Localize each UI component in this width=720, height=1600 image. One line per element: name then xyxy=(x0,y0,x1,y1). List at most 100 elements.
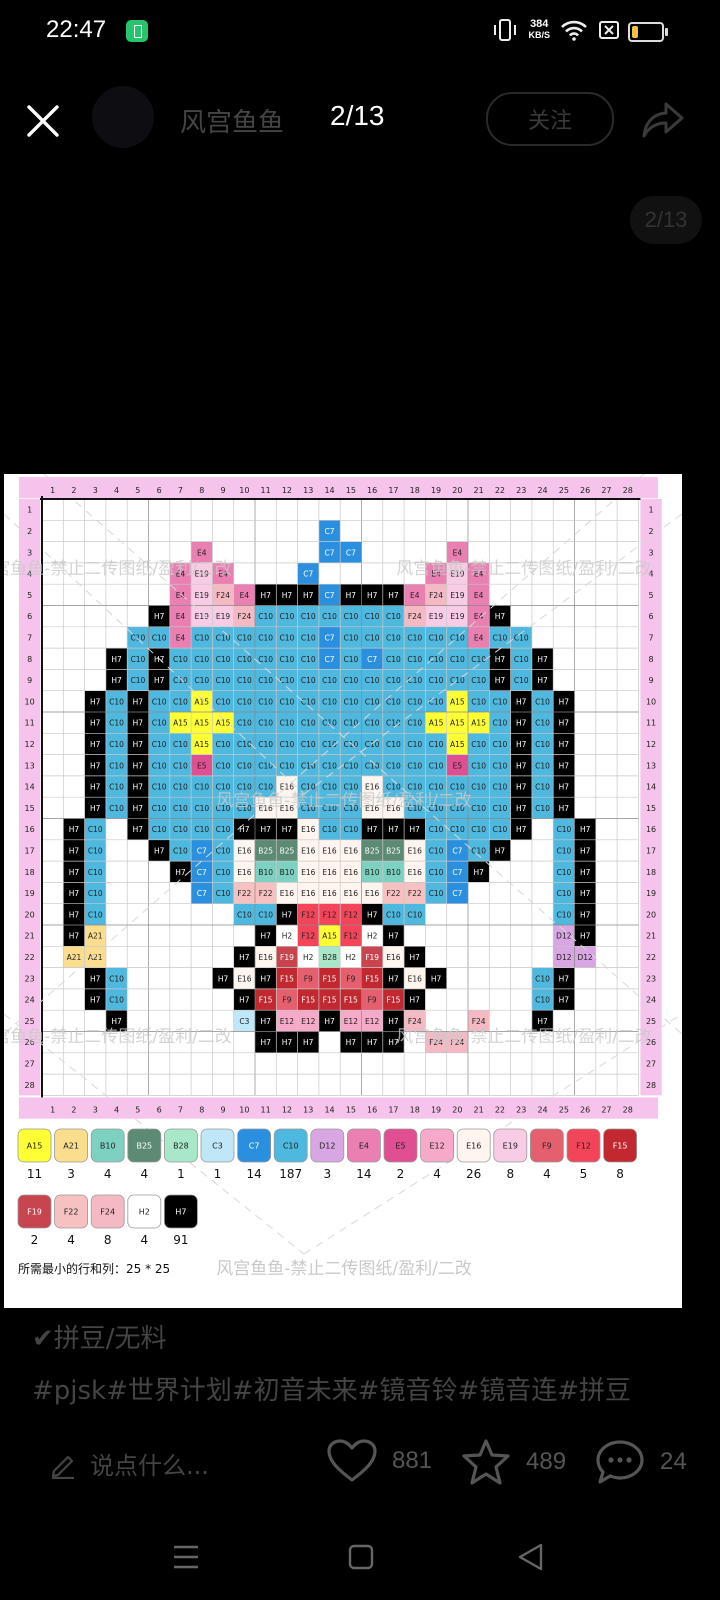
column-number: 12 xyxy=(282,486,292,495)
column-number: 28 xyxy=(623,486,633,495)
palette-count: 1 xyxy=(214,1167,222,1181)
bead-code-label: C10 xyxy=(237,633,252,642)
row-number: 12 xyxy=(25,740,35,749)
column-number: 9 xyxy=(221,1105,226,1114)
bead-code-label: C10 xyxy=(173,825,188,834)
bead-code-label: H7 xyxy=(69,932,80,941)
bead-code-label: C10 xyxy=(173,804,188,813)
bead-code-label: H7 xyxy=(516,697,527,706)
bead-code-label: C10 xyxy=(322,676,337,685)
bead-code-label: A15 xyxy=(322,932,337,941)
palette-count: 4 xyxy=(543,1167,551,1181)
bead-code-label: C10 xyxy=(535,740,550,749)
bead-code-label: C10 xyxy=(429,697,444,706)
comment-count: 24 xyxy=(660,1448,687,1475)
bead-code-label: H7 xyxy=(516,761,527,770)
pencil-icon xyxy=(51,1455,74,1479)
bead-code-label: C10 xyxy=(365,676,380,685)
bead-code-label: H7 xyxy=(133,825,144,834)
column-number: 27 xyxy=(601,1105,611,1114)
bead-code-label: C10 xyxy=(343,655,358,664)
bead-code-label: C10 xyxy=(386,633,401,642)
column-number: 1 xyxy=(50,486,55,495)
bead-code-label: C10 xyxy=(130,655,145,664)
column-number: 20 xyxy=(452,1105,462,1114)
column-number: 22 xyxy=(495,486,505,495)
bead-code-label: E5 xyxy=(197,761,207,770)
bead-code-label: C10 xyxy=(514,633,529,642)
bead-code-label: A15 xyxy=(173,719,188,728)
bead-code-label: H7 xyxy=(473,868,484,877)
follow-button[interactable]: 关注 xyxy=(486,92,614,146)
bead-code-label: C10 xyxy=(407,910,422,919)
like-button[interactable]: 881 xyxy=(326,1438,432,1484)
bead-code-label: C7 xyxy=(325,591,335,600)
comment-button[interactable]: 24 xyxy=(594,1438,687,1486)
post-tags[interactable]: #pjsk#世界计划#初音未来#镜音铃#镜音连#拼豆 xyxy=(32,1370,631,1407)
row-number: 10 xyxy=(25,697,35,706)
share-icon[interactable] xyxy=(640,100,686,140)
bead-code-label: C10 xyxy=(343,740,358,749)
palette-count: 3 xyxy=(67,1167,75,1181)
column-number: 22 xyxy=(495,1105,505,1114)
home-icon[interactable] xyxy=(348,1544,374,1570)
bead-code-label: C10 xyxy=(535,719,550,728)
comment-input[interactable]: 说点什么... xyxy=(48,1446,209,1481)
bead-code-label: C7 xyxy=(325,655,335,664)
bead-code-label: H7 xyxy=(218,974,229,983)
bead-code-label: C10 xyxy=(343,612,358,621)
bead-code-label: C10 xyxy=(556,825,571,834)
bead-code-label: H7 xyxy=(90,697,101,706)
author-avatar[interactable] xyxy=(92,86,154,148)
bead-code-label: H7 xyxy=(580,825,591,834)
bead-code-label: H7 xyxy=(495,676,506,685)
bead-code-label: H7 xyxy=(154,676,165,685)
row-number: 17 xyxy=(25,846,35,855)
star-button[interactable]: 489 xyxy=(460,1438,566,1486)
pattern-image[interactable]: C7 E4 C7 C7 E4 E4 E19 E4 C7 E4 E19 E4 E4 E19 F24 E4 H7 H7… xyxy=(4,474,682,1308)
bead-code-label: C10 xyxy=(258,719,273,728)
column-number: 10 xyxy=(239,486,249,495)
bead-code-label: C10 xyxy=(237,655,252,664)
vibrate-icon xyxy=(494,19,517,41)
no-sim-icon xyxy=(599,21,619,39)
bead-code-label: F15 xyxy=(365,974,379,983)
author-name[interactable]: 风宫鱼鱼 xyxy=(180,102,284,139)
back-icon[interactable] xyxy=(516,1542,544,1572)
bead-code-label: C10 xyxy=(493,783,508,792)
palette-count: 3 xyxy=(323,1167,331,1181)
bead-code-label: C10 xyxy=(258,612,273,621)
bead-code-label: C10 xyxy=(535,783,550,792)
bead-code-label: C10 xyxy=(237,910,252,919)
bead-code-label: C10 xyxy=(322,825,337,834)
bead-code-label: F19 xyxy=(365,953,379,962)
column-number: 4 xyxy=(114,1105,119,1114)
column-number: 20 xyxy=(452,486,462,495)
menu-icon[interactable] xyxy=(172,1544,200,1570)
bead-code-label: C10 xyxy=(535,996,550,1005)
bead-code-label: C10 xyxy=(280,655,295,664)
column-number: 4 xyxy=(114,486,119,495)
row-number: 22 xyxy=(646,953,656,962)
bead-code-label: C10 xyxy=(109,804,124,813)
min-size-footer: 所需最小的行和列：25 * 25 xyxy=(18,1261,170,1276)
bead-code-label: H7 xyxy=(324,1017,335,1026)
net-speed-value: 384 xyxy=(530,18,549,30)
palette-code: F24 xyxy=(100,1208,115,1217)
battery-icon xyxy=(628,22,668,42)
palette-count: 8 xyxy=(104,1233,112,1247)
bead-code-label: E16 xyxy=(344,868,359,877)
bead-code-label: H7 xyxy=(175,868,186,877)
bead-code-label: C10 xyxy=(216,889,231,898)
bead-code-label: H7 xyxy=(516,825,527,834)
bead-code-label: A15 xyxy=(429,719,444,728)
bead-code-label: C10 xyxy=(343,825,358,834)
bead-code-label: C10 xyxy=(429,825,444,834)
bead-code-label: C10 xyxy=(280,697,295,706)
bead-code-label: C10 xyxy=(556,889,571,898)
bead-code-label: C10 xyxy=(429,889,444,898)
palette-code: H7 xyxy=(175,1208,186,1217)
close-icon[interactable] xyxy=(26,104,60,138)
bead-code-label: E16 xyxy=(322,868,337,877)
bead-code-label: F15 xyxy=(259,996,273,1005)
